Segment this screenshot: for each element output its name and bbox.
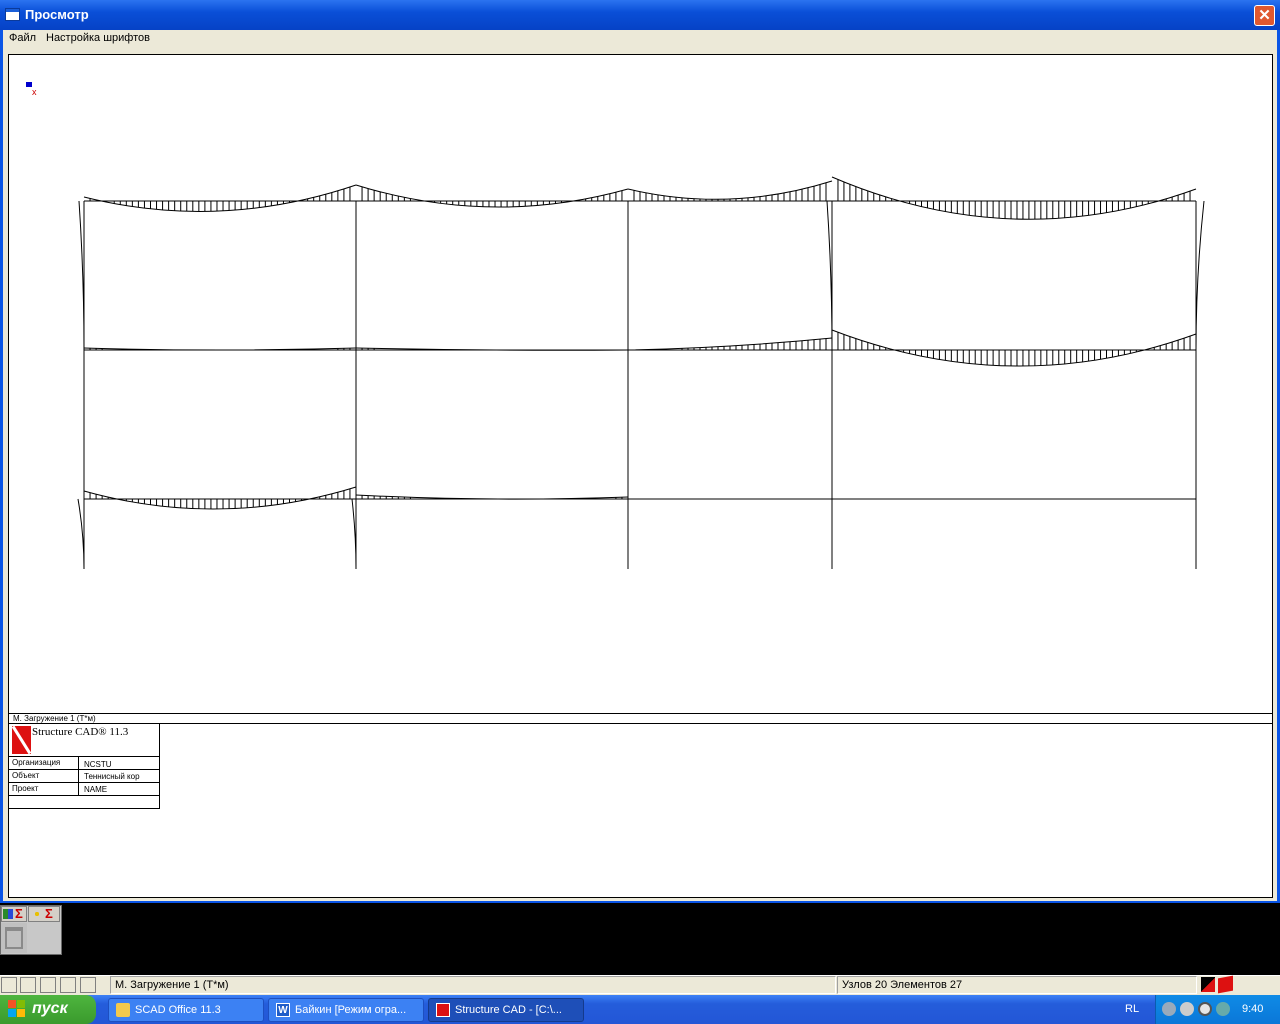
nodes-icon	[32, 909, 42, 919]
tool-button-sum-grid[interactable]: Σ	[1, 906, 27, 922]
view-mode-5-icon[interactable]	[80, 977, 96, 993]
window-icon	[5, 8, 20, 21]
view-mode-4-icon[interactable]	[60, 977, 76, 993]
product-name: Structure CAD® 11.3	[32, 726, 129, 738]
menu-font-settings[interactable]: Настройка шрифтов	[46, 32, 150, 44]
structure-icon	[5, 927, 23, 949]
stamp-label-project: Проект	[12, 784, 39, 793]
task-label: SCAD Office 11.3	[135, 1004, 221, 1016]
stamp-line	[78, 756, 79, 795]
axis-label: x	[32, 87, 37, 97]
caption-separator	[8, 723, 1273, 724]
view-mode-2-icon[interactable]	[20, 977, 36, 993]
stamp-line	[8, 795, 160, 796]
close-button[interactable]: ✕	[1254, 5, 1275, 26]
moment-curve	[83, 486, 357, 510]
status-counts: Узлов 20 Элементов 27	[837, 976, 1197, 994]
moment-curve	[831, 176, 1197, 220]
column-moment-curve	[1195, 200, 1205, 351]
moment-curve	[83, 184, 357, 212]
menu-file[interactable]: Файл	[9, 32, 36, 44]
window-title: Просмотр	[25, 7, 89, 22]
column-moment-curve	[351, 498, 357, 570]
stamp-value-organization: NCSTU	[84, 760, 112, 769]
moment-curve	[355, 184, 629, 208]
scad-icon	[436, 1003, 450, 1017]
column-moment-curve	[78, 200, 85, 351]
stamp-value-object: Теннисный кор	[84, 772, 140, 781]
clock-app-icon[interactable]	[1198, 1002, 1212, 1016]
status-load-case: М. Загружение 1 (Т*м)	[110, 976, 836, 994]
view-mode-1-icon[interactable]	[1, 977, 17, 993]
stamp-label-organization: Организация	[12, 758, 61, 767]
tool-button-sum-nodes[interactable]: Σ	[28, 906, 60, 922]
sigma-icon: Σ	[15, 906, 23, 921]
stamp-label-object: Объект	[12, 771, 40, 780]
language-indicator[interactable]: RL	[1125, 1003, 1139, 1015]
moment-curve	[831, 329, 1197, 367]
frame-geometry	[83, 200, 1197, 569]
volume-icon[interactable]	[1180, 1002, 1194, 1016]
start-label: пуск	[32, 1000, 68, 1017]
moment-hatching	[77, 176, 1205, 570]
stamp-line	[8, 769, 160, 770]
tool-button-structure[interactable]	[1, 923, 27, 953]
clock: 9:40	[1242, 1003, 1264, 1015]
word-icon: W	[276, 1003, 290, 1017]
drawing-separator	[8, 713, 1273, 714]
stamp-value-project: NAME	[84, 785, 108, 794]
title-bar[interactable]	[0, 0, 1280, 30]
stamp-line	[8, 782, 160, 783]
tool-button-empty[interactable]	[28, 923, 60, 953]
column-moment-curve	[77, 498, 85, 570]
status-logo-icon	[1201, 977, 1215, 992]
moment-curve	[355, 494, 629, 500]
task-label: Structure CAD - [C:\...	[455, 1004, 562, 1016]
stamp-line	[8, 756, 160, 757]
folder-icon	[116, 1003, 130, 1017]
scad-logo-icon	[12, 726, 31, 754]
diagram-caption: М. Загружение 1 (Т*м)	[13, 714, 96, 723]
axis-indicator-icon: x	[26, 82, 37, 97]
grid-icon	[3, 909, 13, 919]
view-mode-3-icon[interactable]	[40, 977, 56, 993]
column-moment-curve	[826, 200, 833, 351]
moment-curve	[627, 180, 833, 200]
security-icon[interactable]	[1216, 1002, 1230, 1016]
windows-flag-icon	[8, 1000, 26, 1018]
task-label: Байкин [Режим огра...	[295, 1004, 407, 1016]
network-icon[interactable]	[1162, 1002, 1176, 1016]
status-cube-icon	[1218, 975, 1233, 994]
sigma-icon: Σ	[45, 906, 53, 921]
menu-bar	[3, 30, 1277, 49]
moment-diagram: x	[26, 82, 1205, 570]
